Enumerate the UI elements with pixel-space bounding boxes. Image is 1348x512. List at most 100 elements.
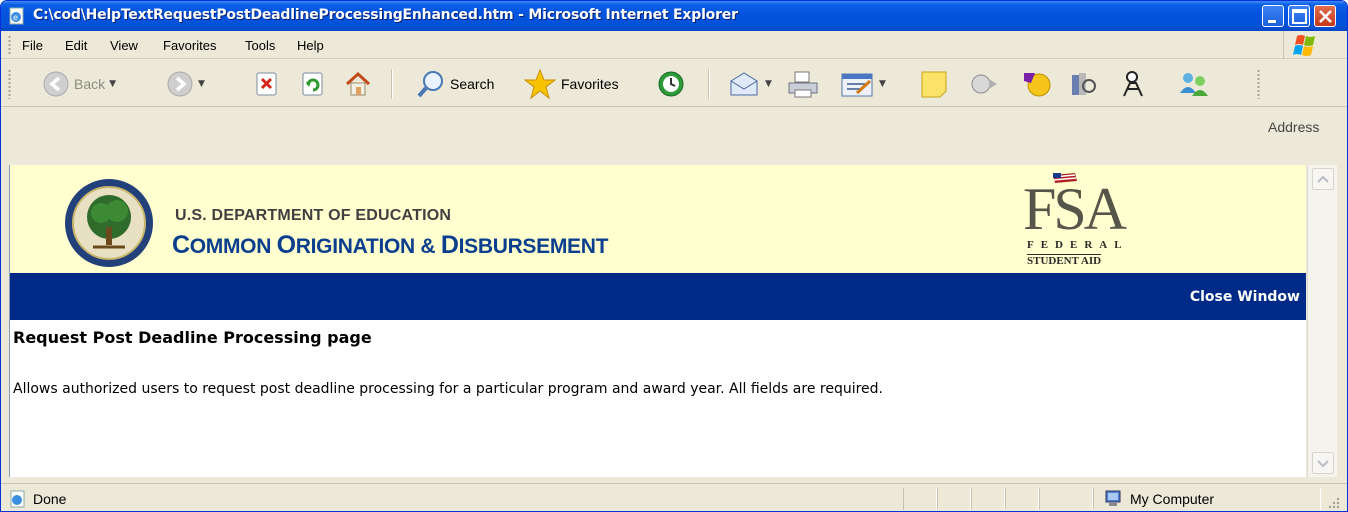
- app-title-d: D: [440, 231, 459, 259]
- favorites-label: Favorites: [561, 76, 619, 92]
- address-label[interactable]: Address: [1268, 119, 1319, 135]
- note-icon: [921, 71, 947, 98]
- menu-view[interactable]: View: [110, 38, 138, 53]
- application-title: COMMON ORIGINATION & DISBURSEMENT: [172, 231, 608, 260]
- status-panel: [971, 488, 1005, 510]
- fsa-student-aid: STUDENT AID: [1027, 254, 1102, 267]
- menu-bar: File Edit View Favorites Tools Help: [1, 31, 1347, 59]
- home-button[interactable]: [343, 69, 373, 99]
- back-label: Back: [74, 76, 106, 92]
- fsa-federal: FEDERAL: [1027, 239, 1129, 251]
- history-icon: [658, 71, 684, 97]
- printer-icon: [788, 71, 818, 98]
- department-seal-logo: [65, 179, 153, 267]
- header-banner: U.S. DEPARTMENT OF EDUCATION COMMON ORIG…: [10, 165, 1306, 273]
- back-dropdown-icon[interactable]: ▼: [109, 79, 116, 89]
- contacts-button[interactable]: [1118, 69, 1148, 99]
- security-zone-text: My Computer: [1130, 491, 1215, 507]
- resize-grip-icon[interactable]: [1325, 494, 1341, 510]
- page-description: Allows authorized users to request post …: [13, 381, 883, 397]
- close-window-link[interactable]: Close Window: [1190, 289, 1300, 305]
- search-label: Search: [450, 76, 495, 92]
- standard-toolbar: Back ▼ ▼ Search Favorites ▼ ▼: [1, 59, 1347, 107]
- fsa-letters: FSA: [1023, 176, 1127, 242]
- ie-page-done-icon: [10, 490, 25, 508]
- vertical-scrollbar[interactable]: [1307, 165, 1337, 477]
- back-button[interactable]: Back ▼: [42, 69, 116, 99]
- mail-dropdown-icon[interactable]: ▼: [765, 79, 772, 89]
- toolbar-separator-2: [708, 69, 710, 99]
- chevron-up-icon: [1317, 175, 1329, 183]
- refresh-button[interactable]: [300, 69, 326, 99]
- history-button[interactable]: [656, 69, 686, 99]
- maximize-icon: [1292, 9, 1307, 24]
- title-bar[interactable]: e C:\cod\HelpTextRequestPostDeadlineProc…: [1, 1, 1347, 31]
- person-icon: [1123, 71, 1143, 97]
- back-arrow-icon: [43, 71, 69, 97]
- status-panel: [1039, 488, 1093, 510]
- search-button[interactable]: Search: [416, 69, 494, 99]
- edit-dropdown-icon[interactable]: ▼: [879, 79, 886, 89]
- close-icon: [1319, 10, 1332, 23]
- menu-file[interactable]: File: [22, 38, 43, 53]
- books-icon: [1072, 73, 1096, 95]
- window-title: C:\cod\HelpTextRequestPostDeadlineProces…: [33, 7, 738, 23]
- status-panel: [1005, 488, 1039, 510]
- svg-text:e: e: [13, 13, 18, 22]
- browser-content: U.S. DEPARTMENT OF EDUCATION COMMON ORIG…: [9, 165, 1306, 477]
- star-icon: [523, 68, 557, 100]
- forward-button[interactable]: ▼: [166, 69, 205, 99]
- research-icon: [971, 74, 997, 94]
- page-heading: Request Post Deadline Processing page: [13, 328, 372, 347]
- research-button[interactable]: [1068, 69, 1098, 99]
- my-computer-icon: [1105, 490, 1121, 506]
- menu-help[interactable]: Help: [297, 38, 324, 53]
- favorites-button[interactable]: Favorites: [523, 68, 619, 100]
- stop-button[interactable]: [254, 69, 280, 99]
- toolbar-separator: [391, 69, 393, 99]
- forward-arrow-icon: [167, 71, 193, 97]
- windows-logo-icon: [1293, 35, 1315, 56]
- chevron-down-icon: [1317, 460, 1329, 468]
- status-text: Done: [33, 491, 67, 507]
- forward-dropdown-icon[interactable]: ▼: [198, 79, 205, 89]
- messenger-contacts-button[interactable]: [1177, 69, 1211, 99]
- status-panel: [903, 488, 937, 510]
- minimize-icon: [1268, 20, 1276, 23]
- app-title-c: C: [172, 231, 190, 259]
- edit-button[interactable]: ▼: [839, 69, 886, 99]
- address-grip[interactable]: [1257, 69, 1260, 99]
- print-button[interactable]: [786, 69, 820, 99]
- nav-bar: Close Window: [10, 273, 1306, 320]
- ie-window: e C:\cod\HelpTextRequestPostDeadlineProc…: [0, 0, 1348, 512]
- menu-edit[interactable]: Edit: [65, 38, 87, 53]
- toolbar-grip[interactable]: [8, 69, 11, 99]
- department-title: U.S. DEPARTMENT OF EDUCATION: [175, 207, 452, 224]
- fsa-logo: FSA FEDERAL STUDENT AID: [1013, 171, 1133, 271]
- close-button[interactable]: [1314, 5, 1336, 27]
- app-title-rigination: RIGINATION &: [295, 235, 441, 258]
- menu-tools[interactable]: Tools: [245, 38, 275, 53]
- mail-icon: [730, 72, 758, 96]
- app-title-o: O: [276, 231, 296, 259]
- status-panel: [937, 488, 971, 510]
- app-title-ommon: OMMON: [189, 235, 277, 258]
- scroll-down-button[interactable]: [1312, 452, 1334, 474]
- edit-page-icon: [841, 73, 873, 97]
- app-title-isbursement: ISBURSEMENT: [458, 235, 609, 258]
- yahoo-messenger-button[interactable]: [1021, 69, 1055, 99]
- mail-button[interactable]: ▼: [727, 69, 772, 99]
- status-bar: Done My Computer: [1, 483, 1347, 511]
- menu-grip[interactable]: [8, 35, 11, 55]
- stop-icon: [256, 72, 277, 96]
- search-icon: [417, 71, 443, 98]
- minimize-button[interactable]: [1262, 5, 1284, 27]
- scroll-up-button[interactable]: [1312, 168, 1334, 190]
- menu-divider: [1283, 31, 1284, 59]
- ie-page-icon: e: [9, 7, 24, 25]
- maximize-button[interactable]: [1288, 5, 1310, 27]
- messenger-button[interactable]: [969, 69, 999, 99]
- discuss-button[interactable]: [919, 69, 949, 99]
- menu-favorites[interactable]: Favorites: [163, 38, 216, 53]
- people-icon: [1180, 73, 1208, 96]
